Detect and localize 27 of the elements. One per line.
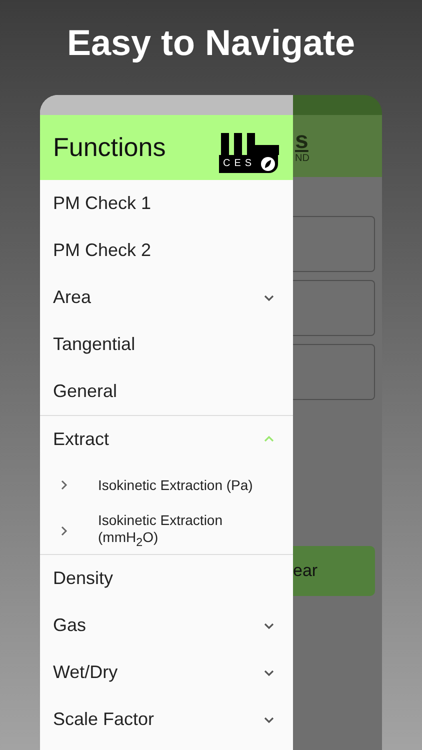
menu-item[interactable]: Scale Factor: [40, 696, 293, 743]
chevron-icon: [60, 525, 68, 537]
drawer-title: Functions: [53, 132, 166, 163]
menu-item[interactable]: Gas: [40, 602, 293, 649]
menu-item[interactable]: Tangential: [40, 321, 293, 368]
chevron-icon: [263, 294, 275, 302]
headline: Easy to Navigate: [66, 22, 356, 64]
chevron-icon: [263, 716, 275, 724]
menu-item[interactable]: PM Check 2: [40, 227, 293, 274]
submenu-item[interactable]: Isokinetic Extraction (mmH$_{2}$O): [40, 508, 293, 554]
chevron-icon: [263, 435, 275, 443]
menu-item[interactable]: Density: [40, 555, 293, 602]
app-title: s: [295, 128, 310, 152]
app-subtitle: ND: [295, 152, 310, 164]
menu-item[interactable]: Area: [40, 274, 293, 321]
menu-item[interactable]: General: [40, 368, 293, 415]
chevron-icon: [263, 668, 275, 676]
chevron-icon: [60, 479, 68, 491]
submenu-item[interactable]: Isokinetic Extraction (Pa): [40, 462, 293, 508]
menu-item[interactable]: PM Check 1: [40, 180, 293, 227]
input-field[interactable]: [293, 344, 375, 400]
logo-text: CES: [223, 158, 256, 169]
clear-button[interactable]: ear: [293, 546, 375, 596]
input-field[interactable]: [293, 216, 375, 272]
menu-item[interactable]: Wet/Dry: [40, 649, 293, 696]
input-field[interactable]: [293, 280, 375, 336]
chevron-icon: [263, 622, 275, 630]
